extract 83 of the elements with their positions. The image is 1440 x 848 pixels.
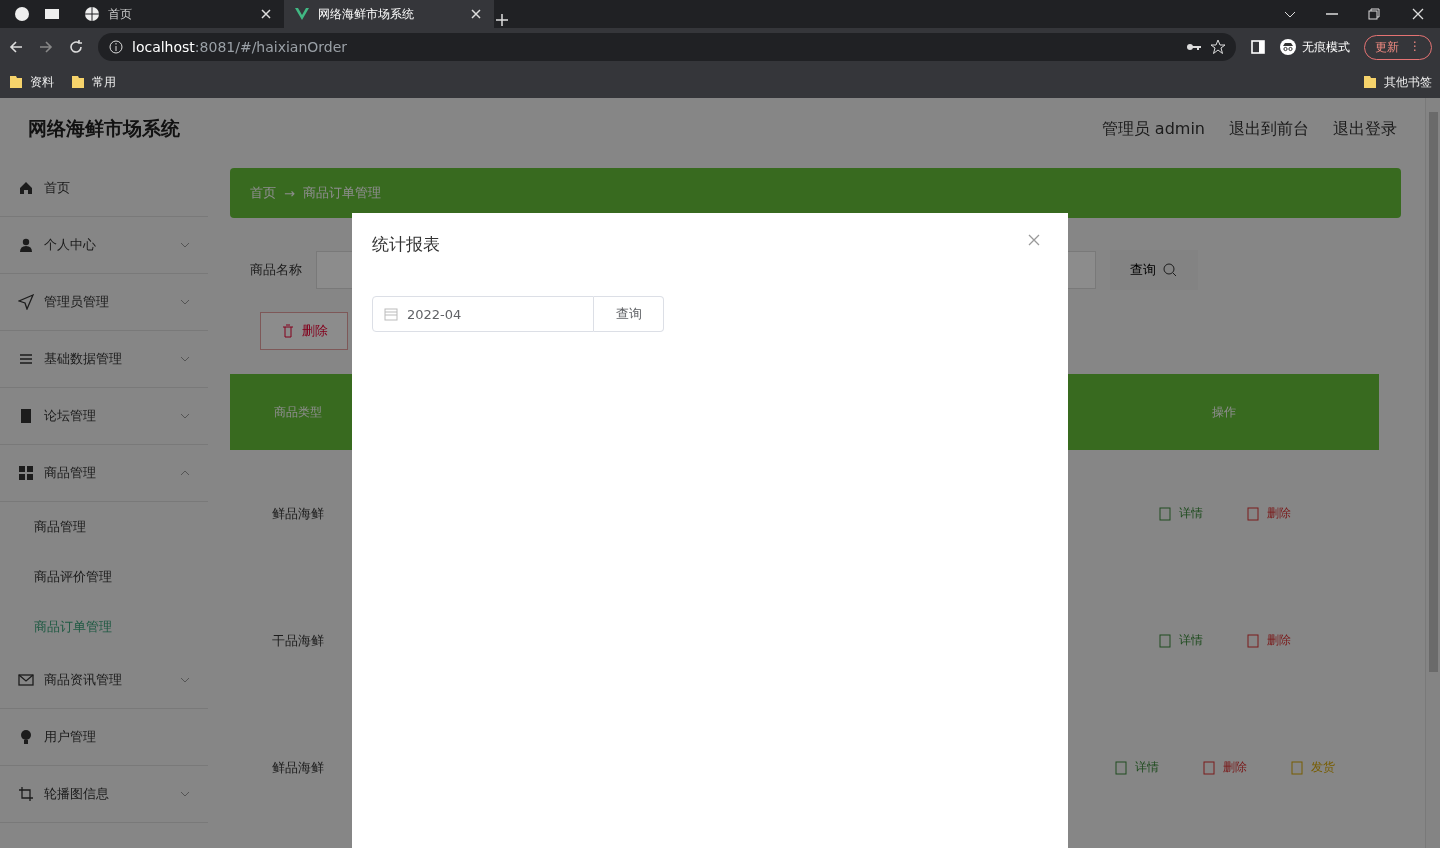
window-icon <box>44 6 60 22</box>
forward-icon <box>38 39 54 55</box>
bulb-icon <box>18 729 34 745</box>
bookmark[interactable]: 资料 <box>30 73 54 91</box>
incognito-icon <box>1280 39 1296 55</box>
reload-icon <box>68 39 84 55</box>
crop-icon <box>18 786 34 802</box>
restore-icon <box>1366 6 1382 22</box>
document-icon <box>1245 505 1261 522</box>
header-link[interactable]: 退出登录 <box>1333 118 1397 140</box>
header-link[interactable]: 退出到前台 <box>1229 118 1309 140</box>
column-header: 操作 <box>1211 403 1237 421</box>
document-icon <box>1201 759 1217 776</box>
table-cell-text: 鲜品海鲜 <box>271 758 325 777</box>
sidebar-item[interactable]: 用户管理 <box>0 709 208 766</box>
document-icon <box>1289 759 1305 776</box>
sidebar-subitem[interactable]: 商品评价管理 <box>0 552 208 602</box>
user-icon <box>18 237 34 253</box>
chevron-down-icon <box>180 675 190 685</box>
chevron-up-icon <box>180 468 190 478</box>
detail-link[interactable]: 详情 <box>1111 757 1161 778</box>
delete-link[interactable]: 删除 <box>1199 757 1249 778</box>
info-icon <box>108 39 124 55</box>
folder-icon <box>1362 74 1378 90</box>
back-icon <box>8 39 24 55</box>
chevron-down-icon <box>180 240 190 250</box>
sidebar-item[interactable]: 商品管理 <box>0 445 208 502</box>
document-icon <box>1245 632 1261 649</box>
minimize-icon <box>1326 13 1338 15</box>
grid-icon <box>18 465 34 481</box>
close-icon <box>1026 232 1042 248</box>
url-text: localhost:8081/#/haixianOrder <box>132 39 348 55</box>
chevron-down-icon <box>180 297 190 307</box>
calendar-icon <box>383 306 399 322</box>
side-panel-icon <box>1250 39 1266 55</box>
bookmark[interactable]: 常用 <box>92 73 116 91</box>
search-label: 商品名称 <box>250 261 302 279</box>
search-icon <box>1162 262 1178 278</box>
breadcrumb-separator: → <box>284 185 295 201</box>
chevron-down-icon <box>180 354 190 364</box>
dialog-title: 统计报表 <box>372 233 440 256</box>
header-link[interactable]: 管理员 admin <box>1101 118 1205 140</box>
browser-tab[interactable]: 网络海鲜市场系统 <box>284 0 494 28</box>
detail-link[interactable]: 详情 <box>1155 630 1205 651</box>
document-icon <box>1157 505 1173 522</box>
chevron-down-icon <box>180 789 190 799</box>
site-title: 网络海鲜市场系统 <box>28 116 180 141</box>
trash-icon <box>280 323 296 339</box>
month-picker[interactable]: 2022-04 <box>372 296 594 332</box>
chevron-down-icon <box>180 411 190 421</box>
browser-tab[interactable]: 首页 <box>74 0 284 28</box>
table-cell-text: 鲜品海鲜 <box>271 504 325 523</box>
sidebar-subitem[interactable]: 商品管理 <box>0 502 208 552</box>
sidebar-item[interactable]: 论坛管理 <box>0 388 208 445</box>
sidebar-item[interactable]: 轮播图信息 <box>0 766 208 823</box>
detail-link[interactable]: 详情 <box>1155 503 1205 524</box>
column-header: 商品类型 <box>273 403 323 421</box>
v-logo-icon <box>294 6 310 22</box>
mail-icon <box>18 672 34 688</box>
close-icon <box>1410 6 1426 22</box>
folder-icon <box>8 74 24 90</box>
star-icon <box>1210 39 1226 55</box>
plus-icon <box>494 12 510 28</box>
scrollbar-thumb[interactable] <box>1428 112 1438 672</box>
bookmark[interactable]: 其他书签 <box>1384 73 1432 91</box>
sidebar-item[interactable]: 个人中心 <box>0 217 208 274</box>
folder-icon <box>70 74 86 90</box>
sidebar-item[interactable]: 商品资讯管理 <box>0 652 208 709</box>
sidebar-item[interactable]: 首页 <box>0 160 208 217</box>
address-bar[interactable]: localhost:8081/#/haixianOrder <box>98 33 1236 61</box>
lines-icon <box>18 351 34 367</box>
delete-button[interactable]: 删除 <box>260 312 348 350</box>
query-button[interactable]: 查询 <box>594 296 664 332</box>
sidebar-item[interactable]: 管理员管理 <box>0 274 208 331</box>
document-icon <box>1113 759 1129 776</box>
document-icon <box>1157 632 1173 649</box>
incognito-label: 无痕模式 <box>1302 38 1350 56</box>
delete-link[interactable]: 删除 <box>1243 630 1293 651</box>
paper-plane-icon <box>18 294 34 310</box>
table-cell-text: 干品海鲜 <box>271 631 325 650</box>
sidebar-item[interactable]: 基础数据管理 <box>0 331 208 388</box>
delete-link[interactable]: 删除 <box>1243 503 1293 524</box>
home-icon <box>18 180 34 196</box>
